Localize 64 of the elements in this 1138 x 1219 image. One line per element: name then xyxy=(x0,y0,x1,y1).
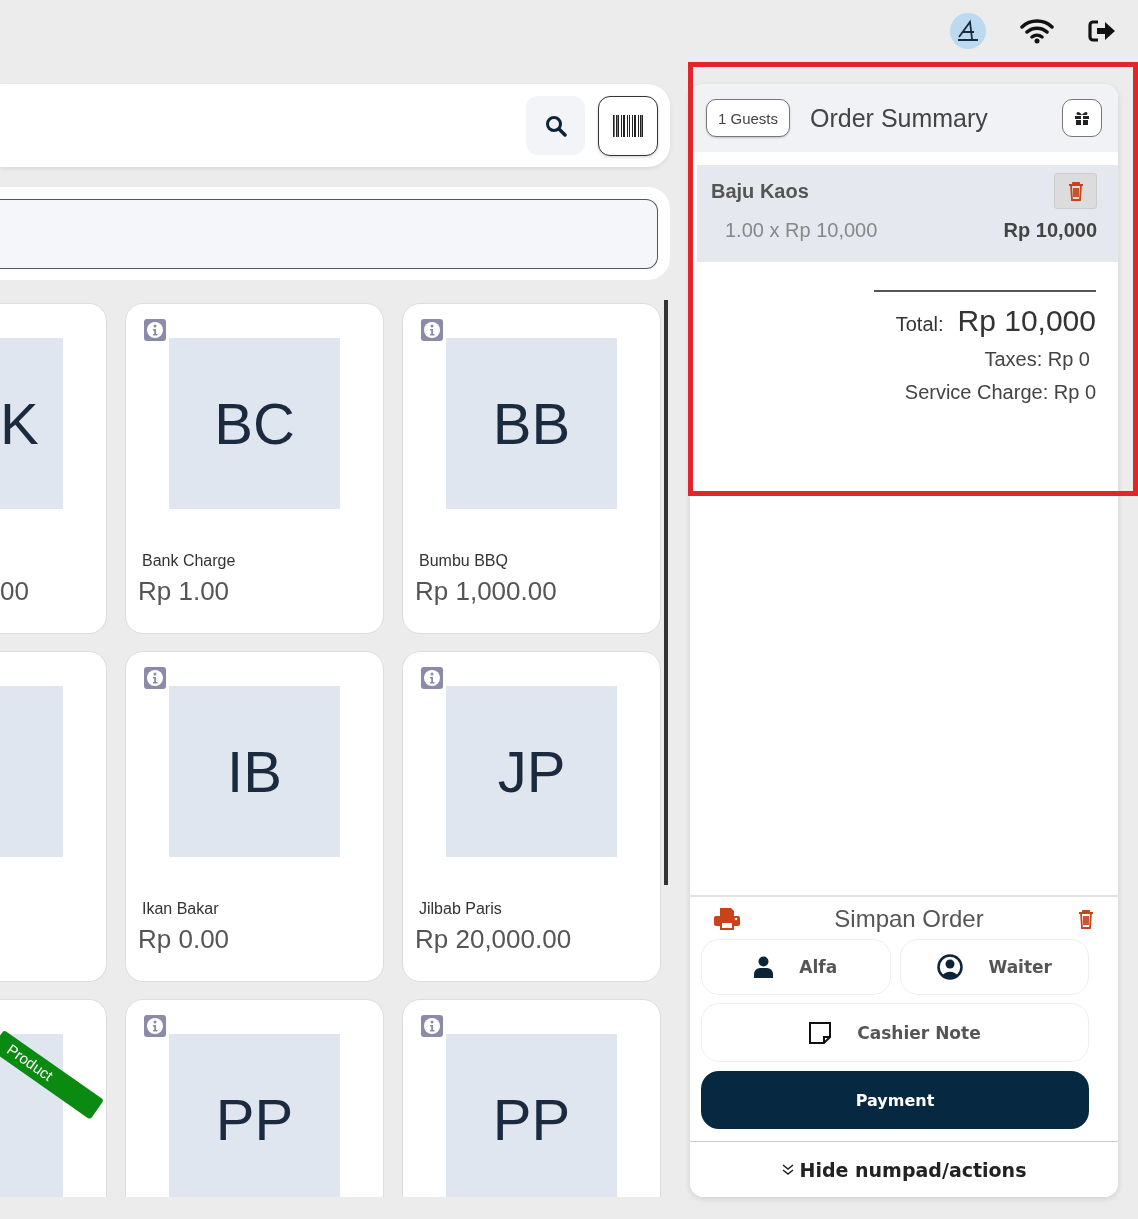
avatar-logo-icon[interactable] xyxy=(950,13,986,49)
product-card[interactable]: PP xyxy=(402,999,661,1197)
user-circle-icon xyxy=(936,954,963,980)
printer-icon[interactable] xyxy=(714,908,740,930)
info-icon[interactable] xyxy=(144,319,166,341)
guests-button[interactable]: 1 Guests xyxy=(706,99,791,137)
info-icon[interactable] xyxy=(144,1015,166,1037)
product-name: Jilbab Paris xyxy=(419,900,502,918)
payment-button[interactable]: Payment xyxy=(701,1071,1089,1129)
total-label: Total: xyxy=(895,313,944,336)
logout-icon[interactable] xyxy=(1088,19,1116,43)
delete-item-button[interactable] xyxy=(1054,173,1097,209)
product-initials: BB xyxy=(492,390,571,457)
info-icon[interactable] xyxy=(144,667,166,689)
cashier-note-button[interactable]: Cashier Note xyxy=(701,1003,1089,1062)
product-initials: PP xyxy=(492,1086,571,1153)
double-chevron-icon xyxy=(781,1163,794,1176)
product-price: 00 xyxy=(0,576,29,607)
product-price: Rp 0.00 xyxy=(138,924,230,955)
trash-icon[interactable] xyxy=(1078,909,1094,929)
search-button[interactable] xyxy=(526,96,585,155)
product-card[interactable]: JP Jilbab Paris Rp 20,000.00 xyxy=(402,651,661,982)
note-icon xyxy=(809,1021,832,1044)
product-card[interactable]: PP xyxy=(125,999,384,1197)
waiter-button[interactable]: Waiter xyxy=(899,939,1089,995)
service-charge-text: Service Charge: Rp 0 xyxy=(904,381,1096,404)
order-item[interactable]: Baju Kaos 1.00 x Rp 10,000 Rp 10,000 xyxy=(697,165,1118,262)
scrollbar[interactable] xyxy=(664,300,668,885)
product-price: Rp 20,000.00 xyxy=(415,924,572,955)
wifi-icon xyxy=(1020,18,1054,44)
customer-button[interactable]: Alfa xyxy=(701,939,891,995)
product-initials: JP xyxy=(497,738,566,805)
product-card[interactable]: K 00 xyxy=(0,303,107,634)
info-icon[interactable] xyxy=(421,319,443,341)
total-amount: Rp 10,000 xyxy=(957,304,1096,338)
product-price: Rp 1.00 xyxy=(138,576,230,607)
barcode-icon xyxy=(613,114,643,137)
trash-icon[interactable] xyxy=(1067,181,1084,201)
hide-numpad-button[interactable]: Hide numpad/actions xyxy=(690,1142,1118,1197)
person-icon xyxy=(754,956,774,978)
info-icon[interactable] xyxy=(421,667,443,689)
taxes-text: Taxes: Rp 0 xyxy=(984,348,1090,371)
product-card[interactable]: BB Bumbu BBQ Rp 1,000.00 xyxy=(402,303,661,634)
gift-button[interactable] xyxy=(1062,99,1102,137)
product-card[interactable]: IB Ikan Bakar Rp 0.00 xyxy=(125,651,384,982)
product-initials: PP xyxy=(215,1086,294,1153)
product-initials: IB xyxy=(227,738,282,805)
search-icon xyxy=(544,114,567,137)
input-field[interactable] xyxy=(0,198,658,269)
item-name: Baju Kaos xyxy=(711,179,809,203)
barcode-button[interactable] xyxy=(598,95,658,156)
gift-icon xyxy=(1075,111,1089,125)
product-name: Bumbu BBQ xyxy=(419,552,508,570)
item-quantity: 1.00 x Rp 10,000 xyxy=(725,219,878,242)
product-card[interactable]: BC Bank Charge Rp 1.00 xyxy=(125,303,384,634)
product-price: Rp 1,000.00 xyxy=(415,576,557,607)
save-order-title: Simpan Order xyxy=(834,905,984,933)
product-name: Bank Charge xyxy=(142,552,236,570)
product-initials: BC xyxy=(214,390,295,457)
item-amount: Rp 10,000 xyxy=(1003,219,1097,242)
product-initials: K xyxy=(0,390,39,457)
info-icon[interactable] xyxy=(421,1015,443,1037)
order-summary-title: Order Summary xyxy=(810,103,989,133)
product-name: Ikan Bakar xyxy=(142,900,219,918)
